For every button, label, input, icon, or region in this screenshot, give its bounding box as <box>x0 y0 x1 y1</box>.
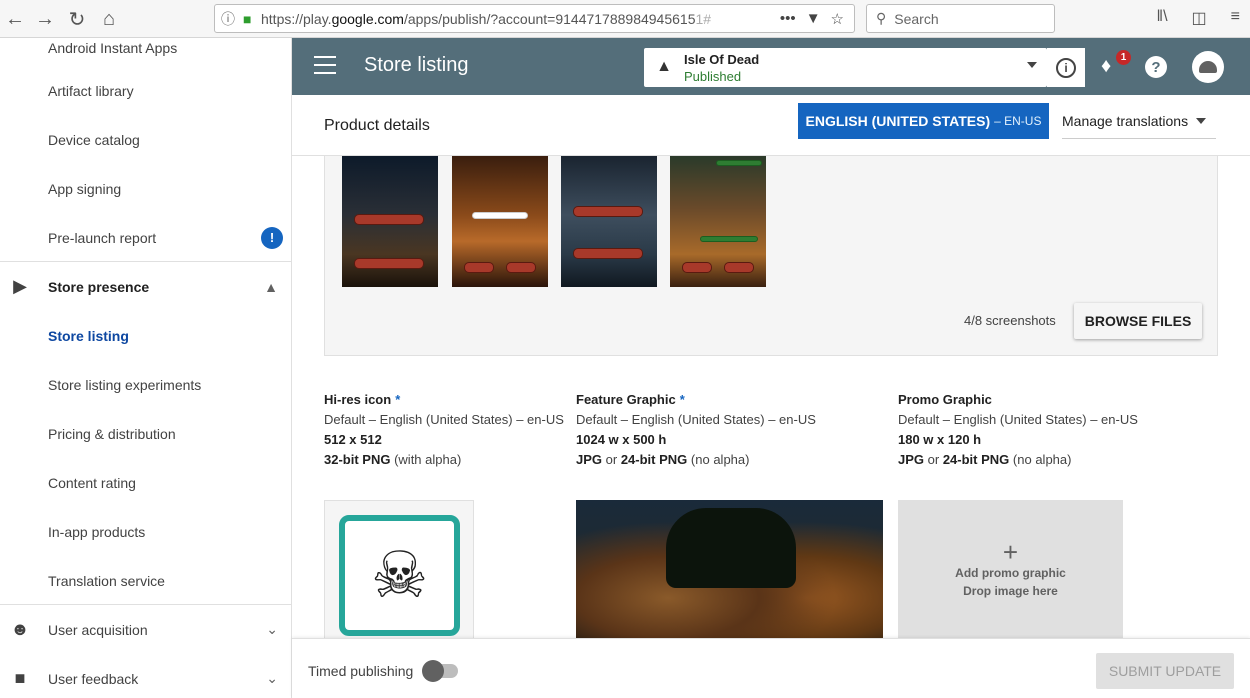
sidebar-item-pre-launch-report[interactable]: Pre-launch report ! <box>0 213 291 262</box>
site-info-icon[interactable]: ⓘ <box>221 9 243 29</box>
chevron-down-icon[interactable]: ⌄ <box>266 621 278 638</box>
app-selector[interactable]: ▲ Isle Of Dead Published <box>644 48 1047 87</box>
sidebar-item-translation-service[interactable]: Translation service <box>0 556 291 605</box>
sidebar-item-content-rating[interactable]: Content rating <box>0 458 291 507</box>
game-button-graphic <box>506 262 536 273</box>
help-icon[interactable]: ? <box>1145 56 1167 78</box>
browser-search-input[interactable]: ⚲ Search <box>866 4 1055 33</box>
game-button-graphic <box>682 262 712 273</box>
screenshot-thumbnail[interactable] <box>452 156 548 287</box>
app-icon-image: ☠ <box>339 515 460 636</box>
sidebar-item-in-app-products[interactable]: In-app products <box>0 507 291 556</box>
promo-graphic-spec: Promo Graphic Default – English (United … <box>898 392 1138 467</box>
hamburger-menu-icon[interactable]: ≡ <box>1231 8 1240 28</box>
info-icon: i <box>1056 57 1076 78</box>
island-trees-graphic <box>666 508 796 588</box>
feature-graphic-preview[interactable] <box>576 500 883 640</box>
browser-toolbar: ← → ↻ ⌂ ⓘ ■ https://play.google.com/apps… <box>0 0 1250 38</box>
timed-publishing-label: Timed publishing <box>308 663 414 679</box>
chevron-up-icon[interactable]: ▲ <box>264 279 278 295</box>
sidebar-toggle-icon[interactable]: ◫ <box>1192 8 1207 28</box>
info-button[interactable]: i <box>1047 48 1085 87</box>
submit-update-button[interactable]: SUBMIT UPDATE <box>1096 653 1234 689</box>
feedback-icon: ■ <box>14 668 26 688</box>
sidebar-item-device-catalog[interactable]: Device catalog <box>0 115 291 164</box>
hires-icon-preview[interactable]: ☠ <box>324 500 474 640</box>
sidebar-section-user-feedback[interactable]: ■ User feedback ⌄ <box>0 654 291 698</box>
sidebar-item-artifact-library[interactable]: Artifact library <box>0 66 291 115</box>
game-button-graphic <box>573 248 643 259</box>
pocket-icon[interactable]: ▼ <box>806 10 821 28</box>
game-button-graphic <box>573 206 643 217</box>
play-store-icon: ▶ <box>13 276 27 296</box>
account-avatar[interactable] <box>1192 51 1224 83</box>
url-bar[interactable]: ⓘ ■ https://play.google.com/apps/publish… <box>214 4 855 33</box>
library-icon[interactable]: ‖\ <box>1156 8 1167 28</box>
notification-count-badge: 1 <box>1116 50 1131 65</box>
url-text: https://play.google.com/apps/publish/?ac… <box>261 10 712 27</box>
screenshots-panel: 4/8 screenshots BROWSE FILES <box>324 156 1218 356</box>
promo-graphic-dropzone[interactable]: + Add promo graphic Drop image here <box>898 500 1123 640</box>
language-button[interactable]: ENGLISH (UNITED STATES) – EN-US <box>798 103 1049 139</box>
dropdown-arrow-icon <box>1196 117 1207 124</box>
alert-badge: ! <box>261 226 283 249</box>
screenshot-thumbnail[interactable] <box>670 156 766 287</box>
product-details-header: Product details ENGLISH (UNITED STATES) … <box>292 95 1250 156</box>
game-button-graphic <box>724 262 754 273</box>
game-input-graphic <box>472 212 528 219</box>
app-header: Store listing ▲ Isle Of Dead Published i… <box>292 38 1250 95</box>
skull-captain-icon: ☠ <box>370 539 429 611</box>
sidebar-item-app-signing[interactable]: App signing <box>0 164 291 213</box>
app-icon: ▲ <box>656 58 672 75</box>
game-button-graphic <box>354 258 424 269</box>
screenshot-count: 4/8 screenshots <box>964 313 1056 328</box>
sidebar-item-pricing-distribution[interactable]: Pricing & distribution <box>0 409 291 458</box>
screenshot-thumbnail[interactable] <box>561 156 657 287</box>
chevron-down-icon[interactable]: ⌄ <box>266 670 278 687</box>
plus-icon: + <box>1002 537 1019 567</box>
toggle-knob <box>422 660 444 682</box>
notifications-bell-icon[interactable]: ♦ <box>1101 55 1111 78</box>
home-icon[interactable]: ⌂ <box>96 6 122 32</box>
sidebar-item-store-listing-experiments[interactable]: Store listing experiments <box>0 360 291 409</box>
feature-graphic-spec: Feature Graphic * Default – English (Unit… <box>576 392 816 467</box>
app-status: Published <box>684 69 742 84</box>
hires-icon-spec: Hi-res icon * Default – English (United S… <box>324 392 564 467</box>
user-acquisition-icon: ☻ <box>10 619 30 639</box>
more-actions-icon[interactable]: ••• <box>780 10 796 28</box>
page-title: Store listing <box>364 54 469 76</box>
bookmark-star-icon[interactable]: ☆ <box>831 10 844 28</box>
section-title: Product details <box>324 117 430 134</box>
manage-translations-dropdown[interactable]: Manage translations <box>1062 103 1216 139</box>
sidebar-nav: Android Instant Apps Artifact library De… <box>0 38 292 698</box>
publish-footer: Timed publishing SUBMIT UPDATE <box>292 638 1250 698</box>
sidebar-section-user-acquisition[interactable]: ☻ User acquisition ⌄ <box>0 605 291 654</box>
forward-icon[interactable]: → <box>32 6 58 32</box>
sidebar-item-store-listing[interactable]: Store listing <box>0 311 291 360</box>
sidebar-section-store-presence[interactable]: ▶ Store presence ▲ <box>0 262 291 311</box>
search-icon: ⚲ <box>876 10 887 26</box>
timed-publishing-toggle[interactable] <box>422 660 458 682</box>
game-button-graphic <box>354 214 424 225</box>
android-icon <box>1199 61 1217 73</box>
game-button-graphic <box>464 262 494 273</box>
browse-files-button[interactable]: BROWSE FILES <box>1074 303 1202 339</box>
menu-icon[interactable] <box>314 56 336 74</box>
app-name: Isle Of Dead <box>684 52 760 67</box>
health-bar-graphic <box>700 236 758 242</box>
health-bar-graphic <box>716 160 762 166</box>
back-icon[interactable]: ← <box>2 6 28 32</box>
dropdown-arrow-icon <box>1027 62 1037 68</box>
reload-icon[interactable]: ↻ <box>64 6 90 32</box>
screenshot-thumbnail[interactable] <box>342 156 438 287</box>
lock-icon: ■ <box>243 10 252 27</box>
